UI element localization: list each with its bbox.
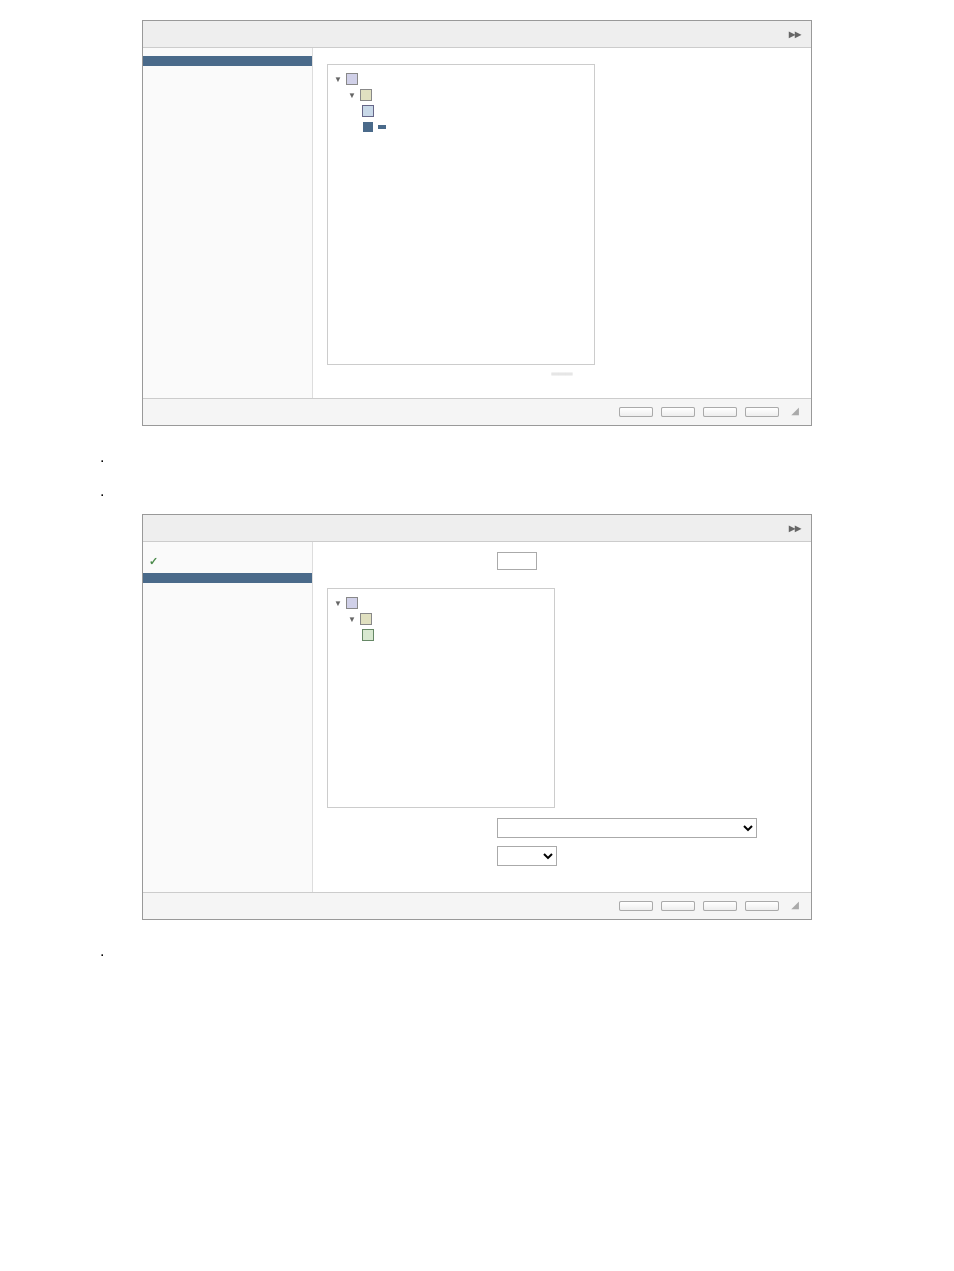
cancel-button[interactable] <box>745 407 779 417</box>
dialog-select-template: ▸▸ ▼ ▼ <box>142 514 812 920</box>
step-text: . <box>100 480 894 504</box>
numvm-input[interactable] <box>497 552 537 570</box>
finish-button <box>703 901 737 911</box>
wizard-nav <box>143 48 313 398</box>
cust-spec-select[interactable] <box>497 818 757 838</box>
wizard-step-5[interactable] <box>143 603 312 613</box>
dialog-title-bar: ▸▸ <box>143 21 811 48</box>
dialog-select-location: ▸▸ ▼ ▼ ═══ <box>142 20 812 426</box>
host-icon <box>362 105 374 117</box>
step-number <box>60 446 100 470</box>
wizard-step-6[interactable] <box>143 106 312 116</box>
template-tree[interactable]: ▼ ▼ <box>327 588 555 808</box>
step-number <box>60 940 100 964</box>
wizard-step-3[interactable] <box>143 583 312 593</box>
wizard-step-5[interactable] <box>143 96 312 106</box>
instruction-list: . <box>60 940 894 964</box>
tree-host-2-selected[interactable] <box>378 125 386 129</box>
resize-corner-icon[interactable]: ◢ <box>791 406 799 417</box>
cancel-button[interactable] <box>745 901 779 911</box>
next-button[interactable] <box>661 407 695 417</box>
wizard-nav <box>143 542 313 892</box>
capacity-info <box>567 588 797 808</box>
next-button[interactable] <box>661 901 695 911</box>
side-help-text <box>607 64 797 365</box>
power-option-select[interactable] <box>497 846 557 866</box>
dialog-footer: ◢ <box>143 398 811 425</box>
collapse-icon[interactable]: ▸▸ <box>789 521 801 535</box>
collapse-icon[interactable]: ▸▸ <box>789 27 801 41</box>
vcenter-icon <box>346 597 358 609</box>
step-text: . <box>100 446 894 470</box>
cluster-icon <box>360 89 372 101</box>
wizard-step-1[interactable] <box>143 56 312 66</box>
back-button <box>619 407 653 417</box>
step-number <box>60 480 100 504</box>
datacenter-icon <box>346 73 358 85</box>
host-icon <box>362 121 374 133</box>
resize-corner-icon[interactable]: ◢ <box>791 900 799 911</box>
chevron-down-icon[interactable]: ▼ <box>348 615 356 624</box>
wizard-step-6[interactable] <box>143 613 312 623</box>
step-text: . <box>100 940 894 964</box>
dialog-title-bar: ▸▸ <box>143 515 811 542</box>
chevron-down-icon[interactable]: ▼ <box>334 599 342 608</box>
chevron-down-icon[interactable]: ▼ <box>348 91 356 100</box>
chevron-down-icon[interactable]: ▼ <box>334 75 342 84</box>
back-button[interactable] <box>619 901 653 911</box>
finish-button <box>703 407 737 417</box>
dialog-footer: ◢ <box>143 892 811 919</box>
template-icon <box>362 629 374 641</box>
wizard-step-2[interactable] <box>143 66 312 76</box>
wizard-step-3[interactable] <box>143 76 312 86</box>
resize-handle-icon[interactable]: ═══ <box>327 369 797 380</box>
wizard-step-4[interactable] <box>143 593 312 603</box>
datacenter-icon <box>360 613 372 625</box>
wizard-step-1[interactable] <box>143 550 312 573</box>
location-tree[interactable]: ▼ ▼ <box>327 64 595 365</box>
wizard-step-4[interactable] <box>143 86 312 96</box>
instruction-list: . . <box>60 446 894 504</box>
wizard-step-2[interactable] <box>143 573 312 583</box>
